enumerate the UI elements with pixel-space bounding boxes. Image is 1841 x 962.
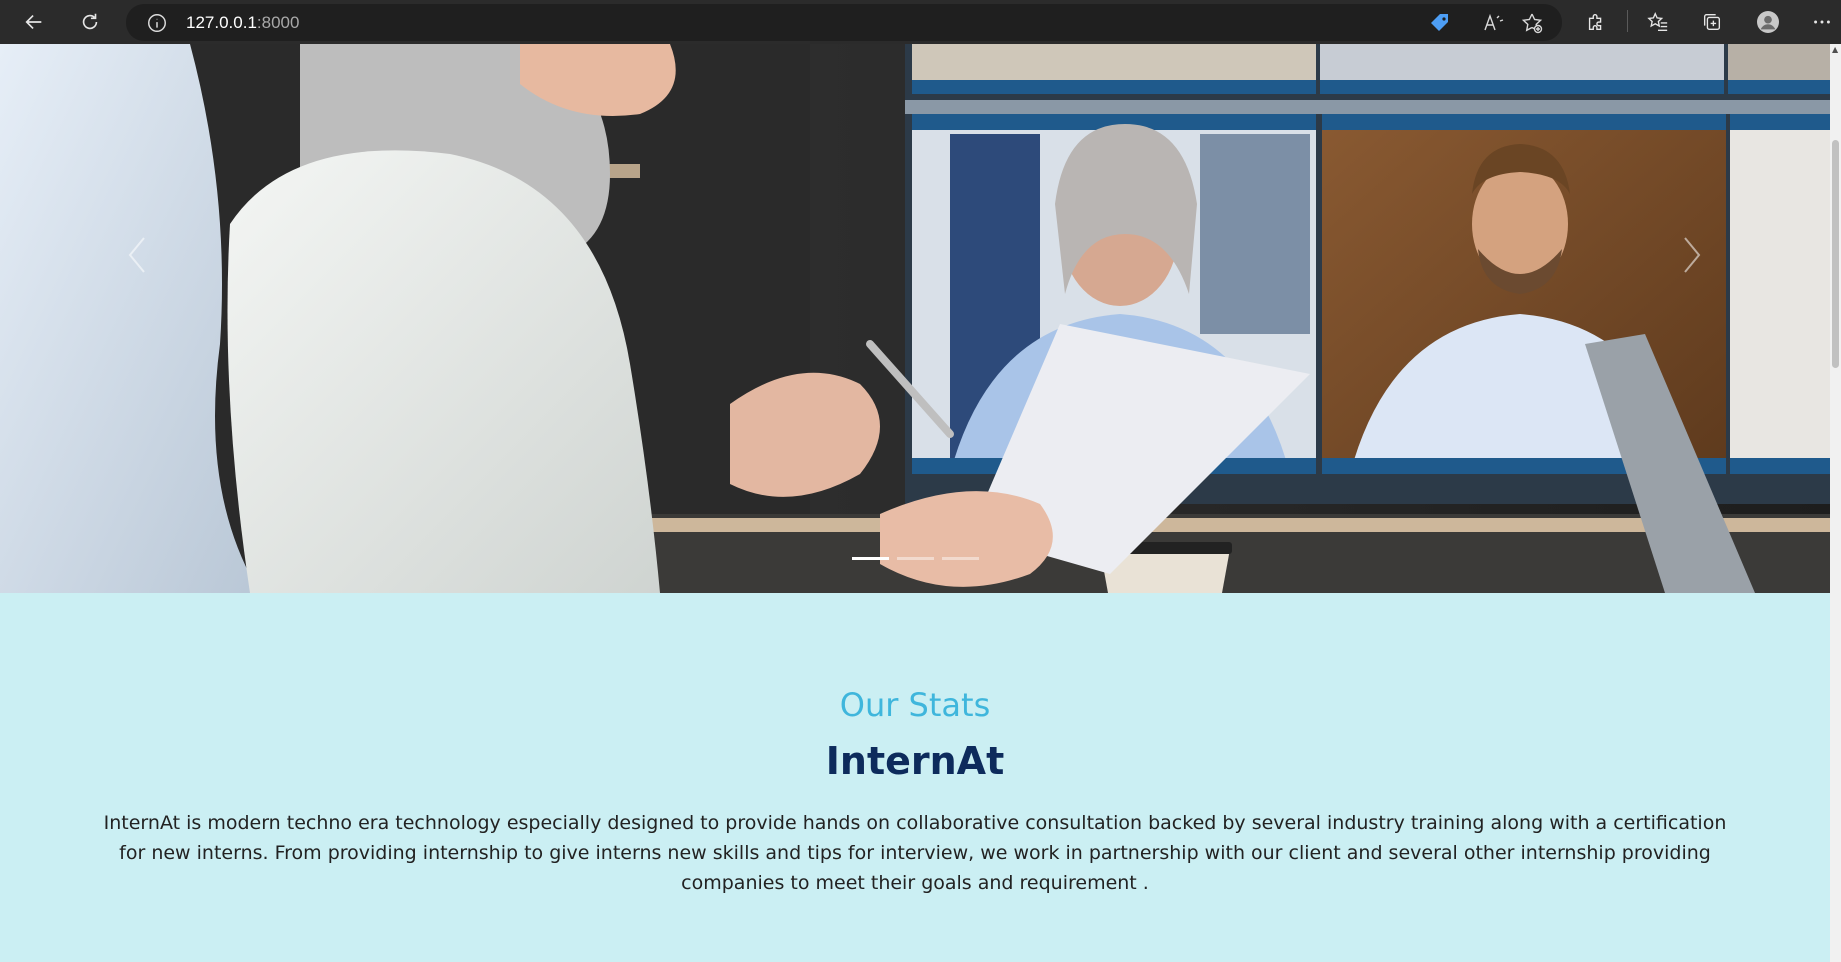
hero-carousel [0,44,1830,593]
favorites-icon[interactable] [1642,6,1674,38]
carousel-indicator-3[interactable] [942,557,979,560]
site-info-icon[interactable] [146,12,168,34]
carousel-indicator-2[interactable] [897,557,934,560]
coupon-icon[interactable] [1428,11,1452,35]
address-bar[interactable]: 127.0.0.1:8000 [126,4,1562,41]
stats-section: Our Stats InternAt InternAt is modern te… [0,593,1830,962]
back-icon[interactable] [18,6,50,38]
read-aloud-icon[interactable] [1482,11,1506,35]
section-title: InternAt [825,739,1005,783]
scrollbar-thumb[interactable] [1832,140,1839,368]
carousel-indicators [852,557,979,560]
refresh-icon[interactable] [74,6,106,38]
add-favorite-icon[interactable] [1520,11,1544,35]
carousel-next-icon[interactable] [1677,232,1707,278]
scroll-up-icon[interactable]: ▲ [1832,46,1839,54]
more-icon[interactable] [1808,6,1836,38]
url-text: 127.0.0.1:8000 [186,13,299,33]
browser-toolbar: 127.0.0.1:8000 [0,0,1841,44]
section-eyebrow: Our Stats [839,686,991,724]
toolbar-separator [1627,10,1628,32]
page-scrollbar[interactable]: ▲ [1830,44,1841,962]
collections-icon[interactable] [1696,6,1728,38]
carousel-indicator-1[interactable] [852,557,889,560]
profile-icon[interactable] [1752,6,1784,38]
url-port: :8000 [256,13,300,32]
extensions-icon[interactable] [1580,6,1612,38]
hero-image [0,44,1830,593]
url-host: 127.0.0.1 [186,13,257,32]
carousel-prev-icon[interactable] [122,232,152,278]
section-description: InternAt is modern techno era technology… [103,812,1727,894]
